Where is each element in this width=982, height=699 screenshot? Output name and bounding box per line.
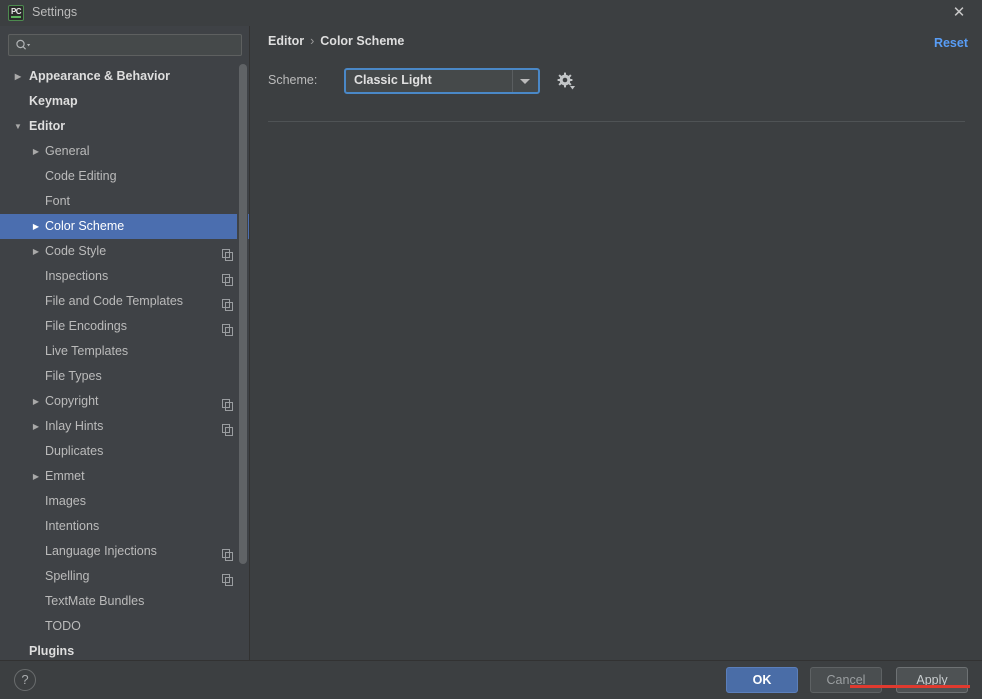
breadcrumb-current: Color Scheme — [320, 34, 405, 48]
sidebar-item-label: Images — [45, 494, 86, 508]
chevron-right-icon[interactable]: ▶ — [30, 239, 42, 264]
breadcrumb-parent[interactable]: Editor — [268, 34, 304, 48]
sidebar-item-todo[interactable]: TODO — [0, 614, 249, 639]
sidebar-item-intentions[interactable]: Intentions — [0, 514, 249, 539]
help-icon[interactable]: ? — [14, 669, 36, 691]
copy-settings-icon[interactable] — [222, 320, 233, 336]
copy-settings-icon[interactable] — [222, 395, 233, 411]
chevron-right-icon[interactable]: ▶ — [30, 139, 42, 164]
sidebar-item-label: Editor — [29, 119, 66, 133]
sidebar-item-code-style[interactable]: ▶ Code Style — [0, 239, 249, 264]
settings-dialog: PC Settings ✕ ▶ Appearance & Behavior Keym… — [0, 0, 982, 699]
search-input[interactable] — [37, 35, 237, 55]
close-icon[interactable]: ✕ — [950, 4, 968, 22]
sidebar-item-label: Code Editing — [45, 169, 117, 183]
sidebar-item-label: General — [45, 144, 90, 158]
sidebar-item-label: Code Style — [45, 244, 107, 258]
sidebar-item-label: File Encodings — [45, 319, 127, 333]
sidebar-item-file-and-code-templates[interactable]: File and Code Templates — [0, 289, 249, 314]
sidebar-item-images[interactable]: Images — [0, 489, 249, 514]
sidebar-item-appearance-behavior[interactable]: ▶ Appearance & Behavior — [0, 64, 249, 89]
chevron-right-icon[interactable]: ▶ — [30, 214, 42, 239]
settings-tree[interactable]: ▶ Appearance & Behavior Keymap ▼ Editor ▶ Gene… — [0, 64, 249, 660]
sidebar-item-label: Inlay Hints — [45, 419, 104, 433]
sidebar-item-textmate-bundles[interactable]: TextMate Bundles — [0, 589, 249, 614]
sidebar-item-label: Live Templates — [45, 344, 129, 358]
dialog-button-bar: ? OK Cancel Apply — [0, 660, 982, 699]
section-divider — [268, 121, 965, 122]
sidebar-item-language-injections[interactable]: Language Injections — [0, 539, 249, 564]
cancel-button[interactable]: Cancel — [810, 667, 882, 693]
breadcrumb-separator: › — [310, 34, 315, 48]
chevron-right-icon[interactable]: ▶ — [30, 389, 42, 414]
scheme-dropdown[interactable]: Classic Light — [344, 68, 540, 94]
sidebar-item-code-editing[interactable]: Code Editing — [0, 164, 249, 189]
sidebar-item-keymap[interactable]: Keymap — [0, 89, 249, 114]
chevron-down-icon[interactable]: ▼ — [12, 114, 24, 139]
sidebar-item-file-encodings[interactable]: File Encodings — [0, 314, 249, 339]
sidebar-item-label: File and Code Templates — [45, 294, 184, 308]
sidebar-item-duplicates[interactable]: Duplicates — [0, 439, 249, 464]
copy-settings-icon[interactable] — [222, 270, 233, 286]
title-bar: PC Settings ✕ — [0, 0, 982, 26]
sidebar-item-label: Spelling — [45, 569, 90, 583]
sidebar-item-plugins[interactable]: Plugins — [0, 639, 249, 660]
sidebar-item-label: Keymap — [29, 94, 78, 108]
sidebar-scrollbar-thumb[interactable] — [239, 64, 247, 564]
sidebar-item-editor[interactable]: ▼ Editor — [0, 114, 249, 139]
ok-button[interactable]: OK — [726, 667, 798, 693]
search-field-wrap — [8, 34, 242, 56]
sidebar-item-emmet[interactable]: ▶ Emmet — [0, 464, 249, 489]
chevron-right-icon[interactable]: ▶ — [30, 464, 42, 489]
copy-settings-icon[interactable] — [222, 545, 233, 561]
gear-icon[interactable] — [556, 71, 576, 91]
sidebar-item-copyright[interactable]: ▶ Copyright — [0, 389, 249, 414]
sidebar-item-label: Copyright — [45, 394, 99, 408]
chevron-right-icon[interactable]: ▶ — [30, 414, 42, 439]
search-icon — [15, 39, 31, 52]
sidebar-item-color-scheme[interactable]: ▶ Color Scheme — [0, 214, 249, 239]
window-title: Settings — [32, 5, 78, 19]
sidebar-item-label: Appearance & Behavior — [29, 69, 171, 83]
reset-link[interactable]: Reset — [934, 36, 968, 50]
sidebar-item-inspections[interactable]: Inspections — [0, 264, 249, 289]
sidebar-item-font[interactable]: Font — [0, 189, 249, 214]
settings-sidebar: ▶ Appearance & Behavior Keymap ▼ Editor ▶ Gene… — [0, 26, 250, 660]
sidebar-item-label: Language Injections — [45, 544, 157, 558]
sidebar-item-live-templates[interactable]: Live Templates — [0, 339, 249, 364]
apply-button[interactable]: Apply — [896, 667, 968, 693]
sidebar-item-label: File Types — [45, 369, 102, 383]
sidebar-item-file-types[interactable]: File Types — [0, 364, 249, 389]
sidebar-item-label: Emmet — [45, 469, 85, 483]
copy-settings-icon[interactable] — [222, 420, 233, 436]
sidebar-item-spelling[interactable]: Spelling — [0, 564, 249, 589]
sidebar-item-label: Color Scheme — [45, 219, 125, 233]
sidebar-item-label: Inspections — [45, 269, 109, 283]
breadcrumb: Editor › Color Scheme — [268, 34, 404, 48]
sidebar-item-general[interactable]: ▶ General — [0, 139, 249, 164]
main-panel: Editor › Color Scheme Reset Scheme: Classi… — [251, 26, 982, 660]
sidebar-item-label: Font — [45, 194, 71, 208]
copy-settings-icon[interactable] — [222, 570, 233, 586]
sidebar-scrollbar[interactable] — [237, 64, 248, 660]
sidebar-item-label: TextMate Bundles — [45, 594, 145, 608]
chevron-right-icon[interactable]: ▶ — [12, 64, 24, 89]
chevron-down-icon[interactable] — [512, 70, 538, 92]
copy-settings-icon[interactable] — [222, 245, 233, 261]
sidebar-item-label: Intentions — [45, 519, 100, 533]
copy-settings-icon[interactable] — [222, 295, 233, 311]
sidebar-item-label: TODO — [45, 619, 81, 633]
sidebar-item-label: Duplicates — [45, 444, 104, 458]
sidebar-item-label: Plugins — [29, 644, 75, 658]
apply-annotation-underline — [850, 685, 970, 688]
pycharm-icon: PC — [8, 5, 24, 21]
sidebar-item-inlay-hints[interactable]: ▶ Inlay Hints — [0, 414, 249, 439]
scheme-label: Scheme: — [268, 73, 318, 87]
search-box[interactable] — [8, 34, 242, 56]
scheme-value: Classic Light — [354, 73, 432, 87]
